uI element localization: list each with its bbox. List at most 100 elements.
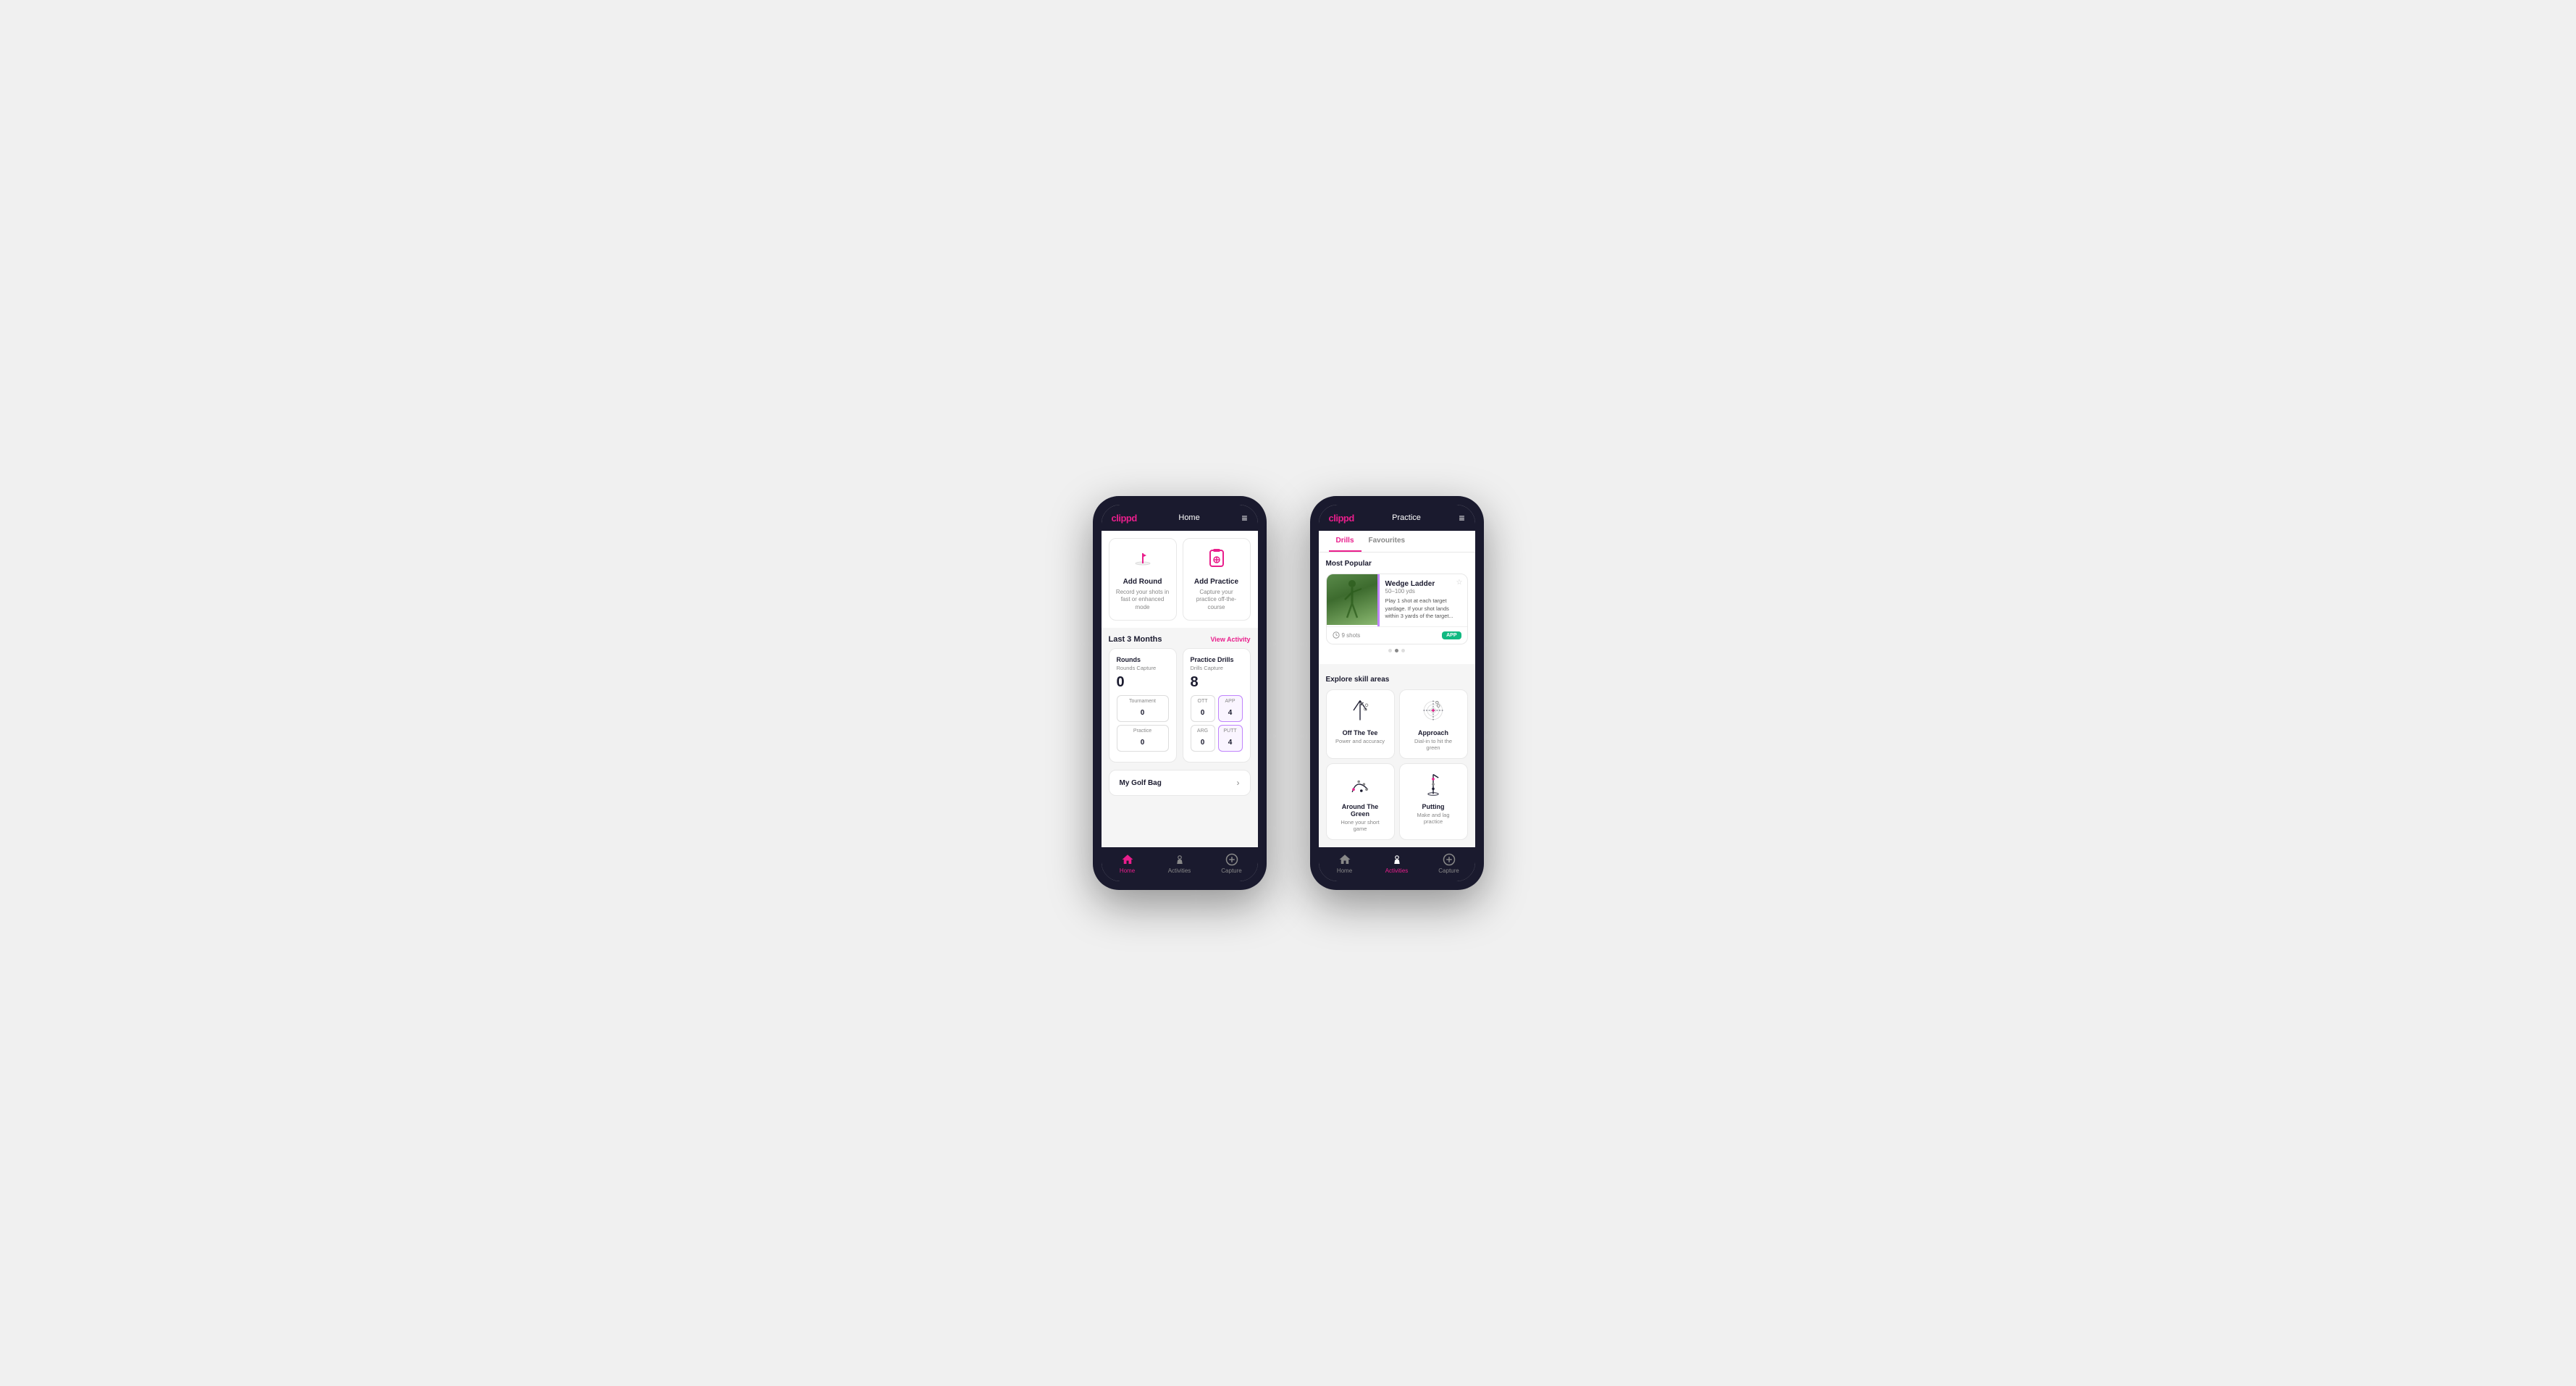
around-the-green-name: Around The Green — [1334, 803, 1387, 818]
nav-capture-label: Capture — [1221, 868, 1241, 874]
add-practice-card[interactable]: Add Practice Capture your practice off-t… — [1183, 538, 1251, 621]
putting-icon — [1419, 771, 1448, 800]
explore-title: Explore skill areas — [1326, 676, 1468, 684]
off-the-tee-name: Off The Tee — [1334, 729, 1387, 736]
rounds-title: Rounds — [1117, 656, 1169, 663]
around-the-green-desc: Hone your short game — [1334, 819, 1387, 832]
bottom-nav-practice: Home Activities Capture — [1319, 847, 1475, 881]
add-round-title: Add Round — [1123, 578, 1162, 586]
golf-bag-title: My Golf Bag — [1120, 779, 1162, 787]
putt-box: PUTT 4 — [1218, 725, 1243, 752]
explore-section: Explore skill areas — [1319, 668, 1475, 847]
drills-capture-label: Drills Capture — [1191, 665, 1243, 671]
drill-info: ☆ Wedge Ladder 50–100 yds Play 1 shot at… — [1380, 574, 1467, 626]
ott-value: 0 — [1201, 709, 1205, 717]
dot-1 — [1388, 649, 1392, 652]
app-label: APP — [1220, 699, 1241, 704]
tab-favourites[interactable]: Favourites — [1362, 531, 1413, 552]
bottom-nav-home: Home Activities Capture — [1102, 847, 1258, 881]
last3months-label: Last 3 Months — [1109, 635, 1162, 644]
drill-card-top: ☆ Wedge Ladder 50–100 yds Play 1 shot at… — [1327, 574, 1467, 626]
add-round-icon — [1132, 547, 1154, 574]
practice-header: clippd Practice ≡ — [1319, 505, 1475, 531]
drill-badge: APP — [1442, 631, 1461, 639]
tournament-value: 0 — [1141, 709, 1145, 717]
nav-activities-label-p2: Activities — [1385, 868, 1409, 874]
approach-icon — [1419, 697, 1448, 726]
drills-total: 8 — [1191, 674, 1243, 691]
practice-tabs: Drills Favourites — [1319, 531, 1475, 553]
add-practice-title: Add Practice — [1194, 578, 1238, 586]
add-practice-desc: Capture your practice off-the-course — [1189, 589, 1244, 611]
tab-drills[interactable]: Drills — [1329, 531, 1362, 552]
rounds-total: 0 — [1117, 674, 1169, 691]
most-popular-title: Most Popular — [1326, 560, 1468, 568]
drill-thumbnail — [1327, 574, 1377, 625]
view-activity-link[interactable]: View Activity — [1210, 636, 1250, 643]
header-title: Home — [1178, 513, 1199, 522]
practice-menu-icon[interactable]: ≡ — [1459, 512, 1464, 524]
drill-star[interactable]: ☆ — [1456, 579, 1463, 587]
home-header: clippd Home ≡ — [1102, 505, 1258, 531]
drill-image — [1327, 574, 1377, 625]
skill-approach[interactable]: Approach Dial-in to hit the green — [1399, 689, 1468, 759]
nav-capture-label-p2: Capture — [1438, 868, 1459, 874]
stats-container: Rounds Rounds Capture 0 Tournament 0 Pra… — [1102, 648, 1258, 770]
ott-label: OTT — [1193, 699, 1213, 704]
drills-row1: OTT 0 APP 4 — [1191, 695, 1243, 722]
shots-text: 9 shots — [1342, 632, 1361, 639]
tournament-label: Tournament — [1119, 699, 1167, 704]
app-value: 4 — [1228, 709, 1233, 717]
nav-activities-p2[interactable]: Activities — [1371, 853, 1423, 874]
activities-icon-p2 — [1390, 853, 1404, 866]
logo: clippd — [1112, 513, 1137, 524]
practice-value: 0 — [1141, 739, 1145, 747]
nav-capture-p2[interactable]: Capture — [1423, 853, 1475, 874]
nav-home-p2[interactable]: Home — [1319, 853, 1371, 874]
putt-label: PUTT — [1220, 728, 1241, 734]
drill-shots: 9 shots — [1333, 631, 1361, 639]
around-the-green-icon — [1346, 771, 1375, 800]
capture-icon — [1225, 853, 1238, 866]
drill-desc: Play 1 shot at each target yardage. If y… — [1385, 597, 1461, 621]
nav-home-label: Home — [1120, 868, 1135, 874]
drill-name: Wedge Ladder — [1385, 580, 1461, 588]
nav-capture[interactable]: Capture — [1206, 853, 1258, 874]
drills-card: Practice Drills Drills Capture 8 OTT 0 A… — [1183, 648, 1251, 763]
dot-2 — [1395, 649, 1398, 652]
home-icon — [1121, 853, 1134, 866]
skill-grid: Off The Tee Power and accuracy — [1326, 689, 1468, 840]
rounds-card: Rounds Rounds Capture 0 Tournament 0 Pra… — [1109, 648, 1177, 763]
off-the-tee-icon — [1346, 697, 1375, 726]
golf-bag-row[interactable]: My Golf Bag › — [1109, 770, 1251, 796]
arg-box: ARG 0 — [1191, 725, 1215, 752]
most-popular-section: Most Popular — [1319, 553, 1475, 664]
nav-home[interactable]: Home — [1102, 853, 1154, 874]
menu-icon[interactable]: ≡ — [1241, 512, 1247, 524]
home-icon-p2 — [1338, 853, 1351, 866]
drill-card-wedge-ladder[interactable]: ☆ Wedge Ladder 50–100 yds Play 1 shot at… — [1326, 574, 1468, 644]
skill-around-the-green[interactable]: Around The Green Hone your short game — [1326, 763, 1395, 840]
rounds-capture-label: Rounds Capture — [1117, 665, 1169, 671]
activities-icon — [1173, 853, 1186, 866]
arg-label: ARG — [1193, 728, 1213, 734]
drill-yardage: 50–100 yds — [1385, 588, 1461, 595]
add-round-desc: Record your shots in fast or enhanced mo… — [1115, 589, 1170, 611]
approach-desc: Dial-in to hit the green — [1407, 738, 1460, 751]
app-box: APP 4 — [1218, 695, 1243, 722]
skill-off-the-tee[interactable]: Off The Tee Power and accuracy — [1326, 689, 1395, 759]
practice-logo: clippd — [1329, 513, 1354, 524]
rounds-row-practice: Practice 0 — [1117, 725, 1169, 752]
add-round-card[interactable]: Add Round Record your shots in fast or e… — [1109, 538, 1177, 621]
phone-home: clippd Home ≡ Add Round Re — [1093, 496, 1267, 890]
activity-section-header: Last 3 Months View Activity — [1102, 628, 1258, 648]
dot-3 — [1401, 649, 1405, 652]
home-content: Add Round Record your shots in fast or e… — [1102, 531, 1258, 847]
skill-putting[interactable]: Putting Make and lag practice — [1399, 763, 1468, 840]
practice-box: Practice 0 — [1117, 725, 1169, 752]
putting-name: Putting — [1407, 803, 1460, 810]
approach-name: Approach — [1407, 729, 1460, 736]
nav-home-label-p2: Home — [1337, 868, 1352, 874]
nav-activities[interactable]: Activities — [1154, 853, 1206, 874]
clock-icon — [1333, 631, 1340, 639]
